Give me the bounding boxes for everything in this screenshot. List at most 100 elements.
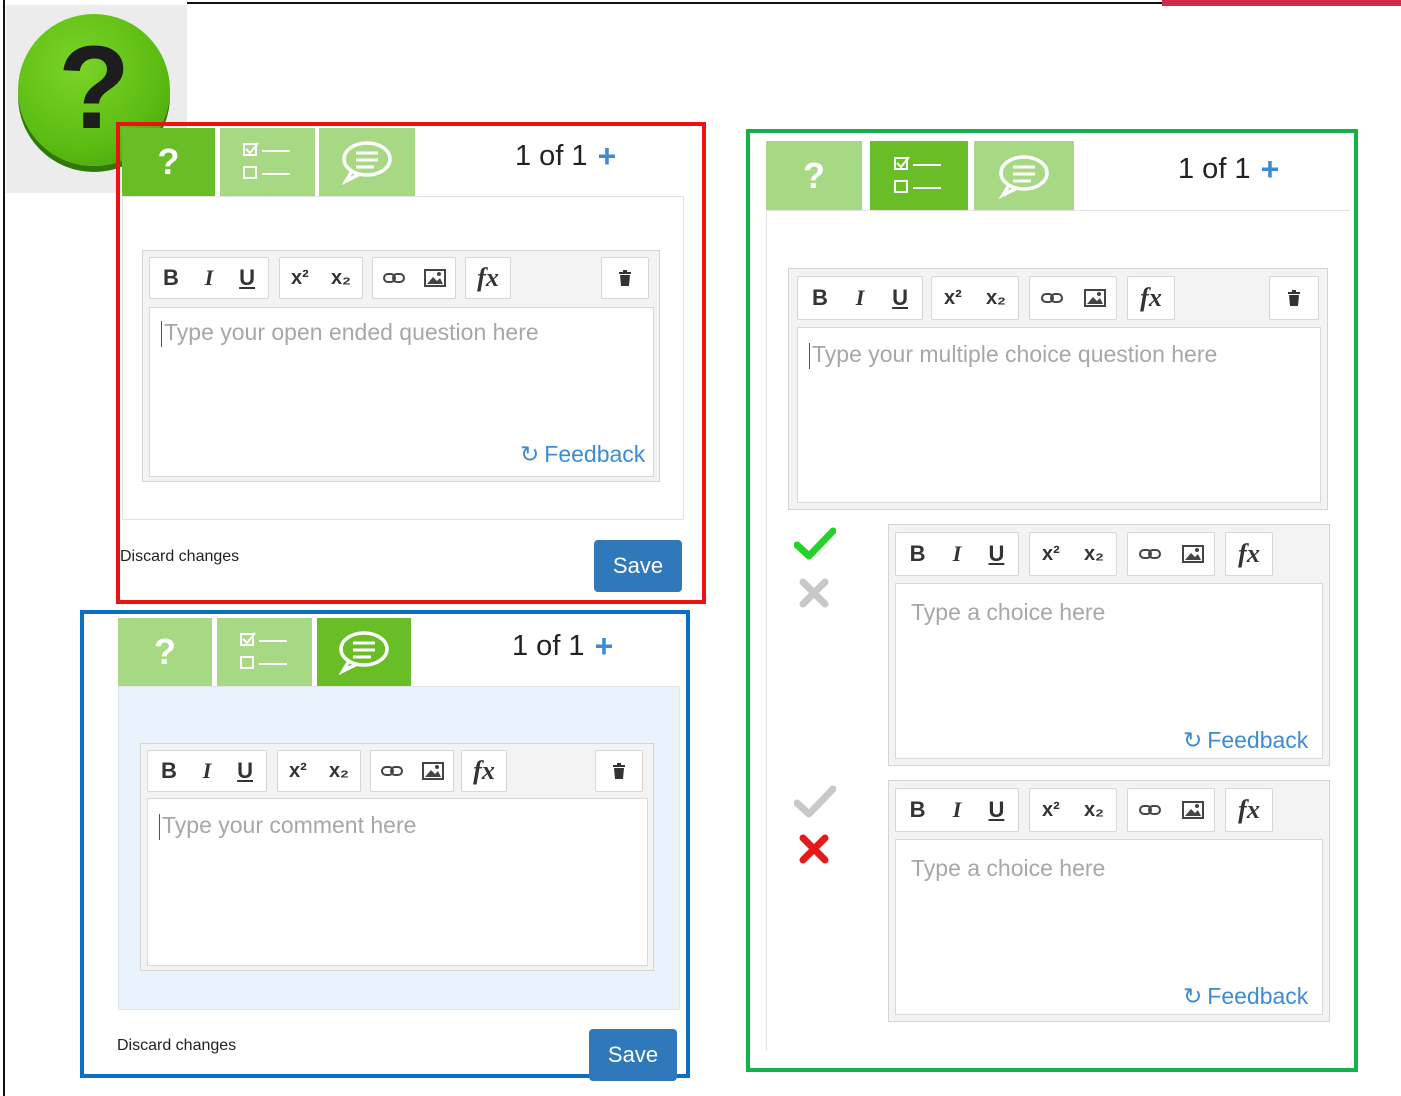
formula-button[interactable]: fx [1140, 283, 1162, 313]
formula-group: fx [461, 750, 507, 792]
comment-placeholder: Type your comment here [159, 812, 416, 840]
superscript-button[interactable]: x² [291, 267, 309, 290]
counter-text: 1 of 1 [515, 140, 588, 172]
insert-group [370, 750, 454, 792]
correct-checkmark-icon[interactable] [794, 785, 836, 819]
image-icon[interactable] [1083, 289, 1106, 307]
script-group: x² x₂ [277, 750, 361, 792]
comment-editor: B I U x² x₂ fx Type your comment here [140, 743, 654, 971]
feedback-link[interactable]: ↻ Feedback [1183, 727, 1308, 754]
choice-placeholder: Type a choice here [911, 599, 1106, 625]
script-group: x² x₂ [1029, 532, 1117, 576]
tab-open-ended[interactable]: ? [766, 141, 862, 211]
image-icon[interactable] [1181, 545, 1204, 563]
formula-button[interactable]: fx [473, 756, 495, 786]
question-icon: ? [157, 141, 180, 182]
image-icon[interactable] [423, 269, 446, 287]
speech-bubble-icon [341, 141, 392, 185]
add-question-button[interactable]: + [595, 628, 614, 665]
formula-button[interactable]: fx [1238, 795, 1260, 825]
subscript-button[interactable]: x₂ [1084, 799, 1104, 822]
feedback-label: Feedback [544, 441, 646, 467]
underline-button[interactable]: U [239, 265, 255, 291]
italic-button[interactable]: I [856, 285, 865, 311]
feedback-label: Feedback [1207, 727, 1309, 753]
link-icon[interactable] [382, 271, 405, 285]
save-button[interactable]: Save [589, 1029, 677, 1081]
tab-open-ended[interactable]: ? [118, 618, 212, 686]
question-counter: 1 of 1 + [512, 628, 613, 665]
bold-button[interactable]: B [812, 285, 828, 311]
bold-button[interactable]: B [910, 541, 926, 567]
feedback-link[interactable]: ↻ Feedback [520, 441, 645, 468]
formula-button[interactable]: fx [477, 263, 499, 293]
choice-editor: B I U x² x₂ fx Type a choice here ↻ Feed… [888, 524, 1330, 766]
question-placeholder: Type your multiple choice question here [809, 341, 1217, 369]
incorrect-x-icon[interactable] [798, 577, 830, 609]
comment-panel: ? 1 of 1 + B I U x² x₂ fx Type your comm… [84, 614, 686, 1081]
tab-comment[interactable] [974, 141, 1074, 211]
underline-button[interactable]: U [237, 758, 253, 784]
delete-group [1269, 276, 1319, 320]
incorrect-x-icon[interactable] [798, 833, 830, 865]
speech-bubble-icon [998, 155, 1049, 199]
question-icon: ? [803, 155, 825, 196]
tab-open-ended[interactable]: ? [122, 128, 215, 196]
tab-multiple-choice[interactable] [220, 128, 315, 196]
checklist-icon [894, 156, 941, 193]
delete-group [595, 750, 643, 792]
image-icon[interactable] [1181, 801, 1204, 819]
subscript-button[interactable]: x₂ [329, 760, 349, 783]
text-format-group: B I U [147, 750, 267, 792]
question-editor: B I U x² x₂ fx Type your multiple choice… [788, 268, 1328, 510]
superscript-button[interactable]: x² [1042, 543, 1060, 566]
superscript-button[interactable]: x² [289, 760, 307, 783]
bold-button[interactable]: B [161, 758, 177, 784]
underline-button[interactable]: U [892, 285, 908, 311]
trash-icon[interactable] [1287, 289, 1301, 307]
italic-button[interactable]: I [953, 797, 962, 823]
tab-comment[interactable] [317, 618, 411, 686]
formula-group: fx [1127, 276, 1175, 320]
underline-button[interactable]: U [989, 797, 1005, 823]
underline-button[interactable]: U [989, 541, 1005, 567]
add-question-button[interactable]: + [598, 138, 617, 175]
subscript-button[interactable]: x₂ [1084, 543, 1104, 566]
trash-icon[interactable] [612, 762, 626, 780]
subscript-button[interactable]: x₂ [331, 267, 351, 290]
correct-checkmark-icon[interactable] [794, 527, 836, 561]
discard-changes-link[interactable]: Discard changes [117, 1037, 236, 1055]
tab-underline [766, 210, 1350, 211]
italic-button[interactable]: I [205, 265, 214, 291]
counter-text: 1 of 1 [512, 630, 585, 662]
formula-group: fx [1225, 788, 1273, 832]
link-icon[interactable] [1138, 547, 1161, 561]
italic-button[interactable]: I [203, 758, 212, 784]
trash-icon[interactable] [618, 269, 632, 287]
question-editor: B I U x² x₂ fx Type your open ended ques… [142, 250, 660, 482]
link-icon[interactable] [1040, 291, 1063, 305]
add-question-button[interactable]: + [1261, 151, 1280, 188]
text-format-group: B I U [797, 276, 923, 320]
tab-comment[interactable] [319, 128, 415, 196]
subscript-button[interactable]: x₂ [986, 287, 1006, 310]
save-button[interactable]: Save [594, 540, 682, 592]
script-group: x² x₂ [931, 276, 1019, 320]
formula-button[interactable]: fx [1238, 539, 1260, 569]
insert-group [1127, 532, 1215, 576]
content-left-border [766, 211, 767, 1051]
choice-editor: B I U x² x₂ fx Type a choice here ↻ Feed… [888, 780, 1330, 1022]
feedback-link[interactable]: ↻ Feedback [1183, 983, 1308, 1010]
tab-multiple-choice[interactable] [870, 141, 968, 211]
image-icon[interactable] [421, 762, 444, 780]
question-counter: 1 of 1 + [1178, 151, 1279, 188]
superscript-button[interactable]: x² [1042, 799, 1060, 822]
link-icon[interactable] [1138, 803, 1161, 817]
bold-button[interactable]: B [163, 265, 179, 291]
tab-multiple-choice[interactable] [217, 618, 312, 686]
italic-button[interactable]: I [953, 541, 962, 567]
bold-button[interactable]: B [910, 797, 926, 823]
superscript-button[interactable]: x² [944, 287, 962, 310]
link-icon[interactable] [380, 764, 403, 778]
discard-changes-link[interactable]: Discard changes [120, 548, 239, 566]
